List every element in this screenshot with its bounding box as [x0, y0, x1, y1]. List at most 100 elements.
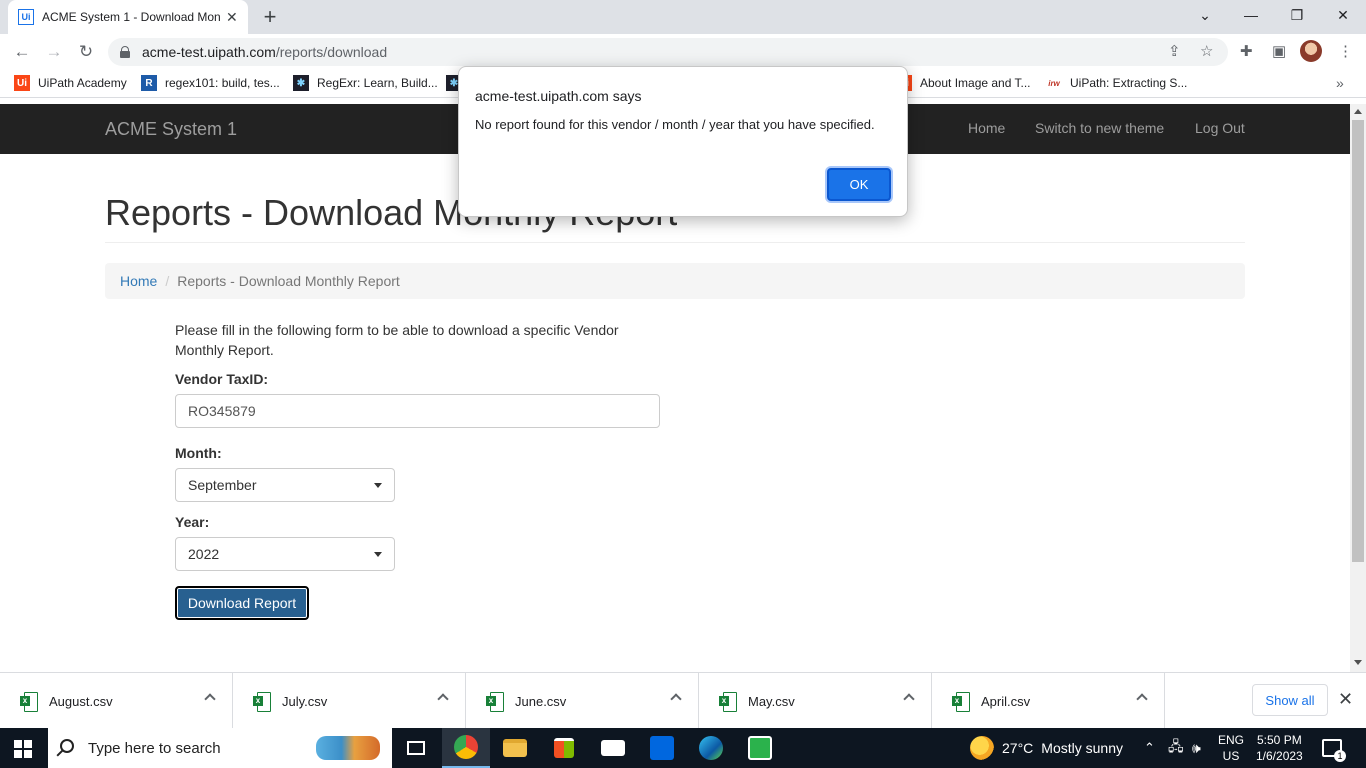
language-indicator[interactable]: ENG US — [1218, 728, 1244, 768]
microsoft-store-icon[interactable] — [540, 728, 588, 768]
browser-tab[interactable]: Ui ACME System 1 - Download Mon ✕ — [8, 0, 248, 34]
tab-strip: Ui ACME System 1 - Download Mon ✕ + ⌄ — … — [0, 0, 1366, 34]
search-highlight-image — [316, 736, 380, 760]
title-divider — [105, 242, 1245, 243]
edge-icon[interactable] — [687, 728, 735, 768]
weather-widget[interactable]: 27°C Mostly sunny — [970, 728, 1123, 768]
uipath-favicon-icon: Ui — [18, 9, 34, 25]
vendor-taxid-label: Vendor TaxID: — [175, 371, 269, 387]
caret-down-icon — [374, 483, 382, 488]
forward-icon[interactable]: → — [42, 40, 66, 64]
taskbar-search-box[interactable]: Type here to search — [48, 728, 392, 768]
tab-search-icon[interactable]: ⌄ — [1182, 0, 1228, 30]
extensions-icon[interactable]: ✚ — [1240, 42, 1253, 60]
vendor-taxid-input[interactable]: RO345879 — [175, 394, 660, 428]
dialog-ok-button[interactable]: OK — [827, 168, 891, 201]
year-label: Year: — [175, 514, 210, 530]
dialog-title: acme-test.uipath.com says — [475, 88, 642, 104]
bookmark-about-image[interactable]: Ui About Image and T... — [896, 75, 1031, 91]
close-icon[interactable]: ✕ — [1338, 689, 1353, 710]
file-explorer-icon[interactable] — [491, 728, 539, 768]
restore-icon[interactable]: ❐ — [1274, 0, 1320, 30]
weather-sun-icon — [970, 736, 994, 760]
browser-menu-icon[interactable]: ⋮ — [1338, 42, 1353, 60]
scrollbar-thumb[interactable] — [1352, 120, 1364, 562]
form-intro: Please fill in the following form to be … — [175, 322, 619, 358]
show-all-button[interactable]: Show all — [1252, 684, 1328, 716]
window-close-icon[interactable]: ✕ — [1320, 0, 1366, 30]
lang-region: US — [1222, 749, 1240, 763]
volume-icon[interactable]: 🕪 — [1192, 728, 1201, 768]
download-report-button[interactable]: Download Report — [175, 586, 309, 620]
uipath-studio-icon[interactable] — [638, 728, 686, 768]
download-filename: July.csv — [282, 693, 328, 709]
clock[interactable]: 5:50 PM 1/6/2023 — [1256, 728, 1303, 768]
nav-home[interactable]: Home — [968, 120, 1005, 136]
downloads-shelf: August.csv July.csv June.csv May.csv Apr… — [0, 672, 1366, 729]
minimize-icon[interactable]: — — [1228, 0, 1274, 30]
tray-overflow-icon[interactable]: ⌃ — [1144, 728, 1155, 768]
address-bar[interactable]: acme-test.uipath.com/reports/download — [108, 38, 1228, 66]
download-item[interactable]: April.csv — [932, 673, 1165, 729]
reload-icon[interactable]: ↻ — [74, 40, 98, 64]
tab-close-icon[interactable]: ✕ — [226, 9, 238, 26]
scroll-up-icon[interactable] — [1354, 109, 1362, 114]
task-view-icon[interactable] — [392, 728, 440, 768]
scroll-down-icon[interactable] — [1354, 660, 1362, 665]
download-item[interactable]: August.csv — [0, 673, 233, 729]
app-brand[interactable]: ACME System 1 — [105, 119, 237, 140]
bookmark-uipath-academy[interactable]: Ui UiPath Academy — [14, 75, 127, 91]
weather-desc: Mostly sunny — [1041, 740, 1123, 756]
new-tab-icon[interactable]: + — [258, 4, 282, 29]
excel-file-icon — [952, 692, 970, 712]
breadcrumb: Home / Reports - Download Monthly Report — [105, 263, 1245, 299]
nav-switch-theme[interactable]: Switch to new theme — [1035, 120, 1164, 136]
month-select[interactable]: September — [175, 468, 395, 502]
lock-icon[interactable] — [120, 46, 130, 58]
month-value: September — [188, 477, 257, 493]
bookmark-uipath-extracting[interactable]: irw UiPath: Extracting S... — [1046, 75, 1187, 91]
search-placeholder: Type here to search — [88, 739, 221, 757]
bookmark-regexr[interactable]: ✱ RegExr: Learn, Build... — [293, 75, 438, 91]
download-filename: April.csv — [981, 693, 1031, 709]
breadcrumb-current: Reports - Download Monthly Report — [177, 273, 400, 289]
profile-avatar[interactable] — [1300, 40, 1322, 62]
chevron-up-icon[interactable] — [204, 693, 216, 705]
network-icon[interactable]: 🖧 — [1168, 728, 1184, 768]
regex101-icon: R — [141, 75, 157, 91]
dialog-message: No report found for this vendor / month … — [475, 117, 875, 132]
back-icon[interactable]: ← — [10, 40, 34, 64]
chevron-up-icon[interactable] — [437, 693, 449, 705]
chevron-up-icon[interactable] — [903, 693, 915, 705]
uipath-assistant-icon[interactable] — [736, 728, 784, 768]
caret-down-icon — [374, 552, 382, 557]
breadcrumb-home[interactable]: Home — [120, 273, 157, 289]
share-icon[interactable]: ⇪ — [1168, 42, 1181, 60]
download-item[interactable]: June.csv — [466, 673, 699, 729]
alert-dialog: acme-test.uipath.com says No report foun… — [458, 66, 908, 217]
clock-time: 5:50 PM — [1257, 733, 1302, 747]
url-text: acme-test.uipath.com/reports/download — [142, 44, 388, 60]
download-item[interactable]: May.csv — [699, 673, 932, 729]
chevron-up-icon[interactable] — [670, 693, 682, 705]
page-scrollbar[interactable] — [1350, 104, 1366, 672]
bookmark-regex101[interactable]: R regex101: build, tes... — [141, 75, 280, 91]
year-select[interactable]: 2022 — [175, 537, 395, 571]
chevron-up-icon[interactable] — [1136, 693, 1148, 705]
nav-logout[interactable]: Log Out — [1195, 120, 1245, 136]
irw-icon: irw — [1048, 78, 1060, 88]
breadcrumb-separator: / — [165, 273, 170, 289]
bookmarks-overflow-icon[interactable]: » — [1336, 75, 1344, 91]
download-item[interactable]: July.csv — [233, 673, 466, 729]
notification-center-icon[interactable]: 1 — [1322, 728, 1346, 768]
side-panel-icon[interactable]: ▣ — [1272, 42, 1286, 60]
download-filename: June.csv — [515, 693, 567, 709]
regexr-icon: ✱ — [293, 75, 309, 91]
bookmark-star-icon[interactable]: ☆ — [1200, 42, 1213, 60]
windows-start-icon[interactable] — [14, 740, 32, 758]
mail-icon[interactable] — [589, 728, 637, 768]
tab-title: ACME System 1 - Download Mon — [42, 10, 220, 24]
uipath-icon: Ui — [14, 75, 30, 91]
chrome-icon[interactable] — [442, 728, 490, 768]
excel-file-icon — [20, 692, 38, 712]
